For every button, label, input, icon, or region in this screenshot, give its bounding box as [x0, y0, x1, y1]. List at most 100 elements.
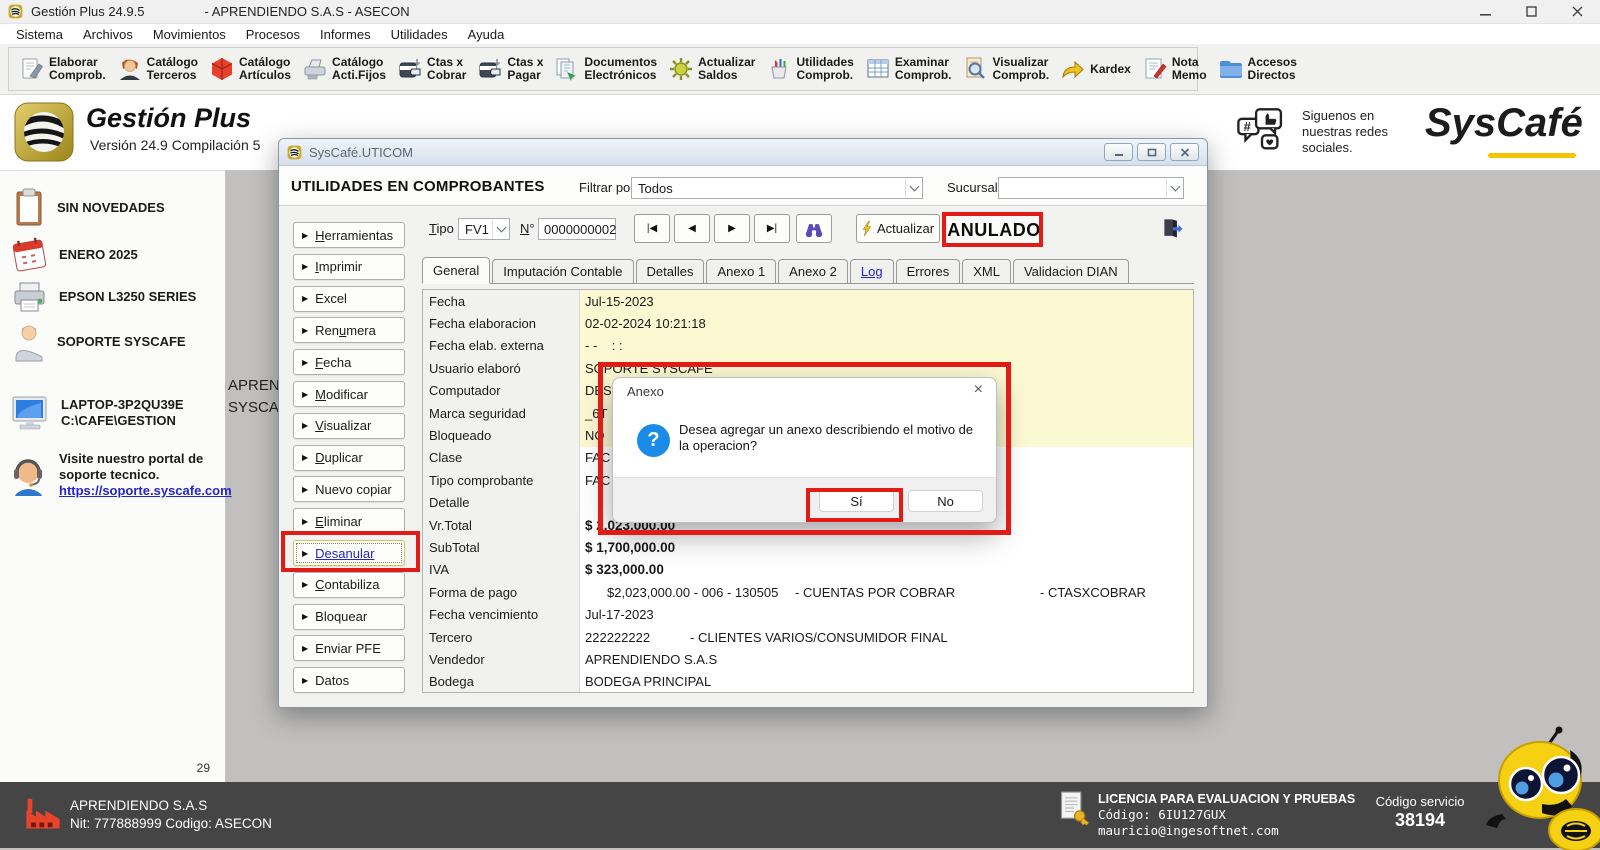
toolbar-elaborar-comprob-button[interactable]: ElaborarComprob. [19, 49, 106, 89]
desanular-button[interactable]: ▶Desanular [293, 540, 405, 566]
field-label: Bodega [423, 671, 580, 693]
bloquear-button[interactable]: ▶Bloquear [293, 604, 405, 630]
enviar-pfe-button[interactable]: ▶Enviar PFE [293, 635, 405, 661]
dialog-title: Anexo [627, 384, 664, 399]
menu-item-utilidades[interactable]: Utilidades [381, 27, 458, 42]
contabiliza-button[interactable]: ▶Contabiliza [293, 572, 405, 598]
window-restore-icon[interactable] [1137, 143, 1166, 161]
sidebar-item-epson-l3250-series: EPSON L3250 SERIES [10, 278, 196, 316]
toolbar-examinar-comprob-button[interactable]: ExaminarComprob. [865, 49, 952, 89]
support-portal-link[interactable]: https://soporte.syscafe.com [59, 483, 232, 499]
next-record-button[interactable]: ▶ [714, 214, 750, 243]
toolbar-kardex-button[interactable]: Kardex [1060, 49, 1131, 89]
page-number: 29 [170, 761, 210, 775]
lightning-icon [862, 221, 872, 236]
form-row-fecha-elaboracion: Fecha elaboracion02-02-2024 10:21:18 [423, 312, 1193, 334]
datos-button[interactable]: ▶Datos [293, 667, 405, 693]
tab-detalles[interactable]: Detalles [636, 259, 705, 283]
clipped-background-text: APREN SYSCA [228, 375, 280, 419]
footer-license-line: LICENCIA PARA EVALUACION Y PRUEBAS [1098, 791, 1355, 807]
numero-input[interactable]: 0000000002 [538, 218, 616, 240]
app-title: Gestión Plus 24.9.5 [31, 4, 144, 19]
toolbar-ctas-x-cobrar-button[interactable]: Ctas xCobrar [397, 49, 466, 89]
toolbar-accesos-directos-button[interactable]: AccesosDirectos [1218, 49, 1297, 89]
modificar-button[interactable]: ▶Modificar [293, 381, 405, 407]
window-minimize-icon[interactable] [1104, 143, 1133, 161]
menu-item-procesos[interactable]: Procesos [236, 27, 310, 42]
toolbar-visualizar-comprob-button[interactable]: VisualizarComprob. [963, 49, 1050, 89]
window-close-icon[interactable] [1170, 143, 1199, 161]
fecha-button[interactable]: ▶Fecha [293, 349, 405, 375]
dialog-close-icon[interactable]: × [974, 381, 983, 399]
field-label: Vr.Total [423, 514, 580, 536]
nuevo-copiar-button[interactable]: ▶Nuevo copiar [293, 476, 405, 502]
toolbar-item-label: NotaMemo [1172, 56, 1207, 82]
tab-anexo-1[interactable]: Anexo 1 [706, 259, 776, 283]
excel-button[interactable]: ▶Excel [293, 286, 405, 312]
status-badge-anulado: ANULADO [947, 215, 1041, 245]
tab-log[interactable]: Log [850, 259, 894, 283]
toolbar-catalogo-articulos-button[interactable]: CatálogoArtículos [209, 49, 291, 89]
duplicar-button[interactable]: ▶Duplicar [293, 445, 405, 471]
exit-door-icon[interactable] [1162, 217, 1184, 239]
app-logo-icon [8, 4, 23, 19]
tipo-combobox[interactable]: FV1 [458, 218, 510, 240]
minimize-icon[interactable] [1462, 0, 1508, 23]
last-record-button[interactable]: ▶| [754, 214, 790, 243]
eliminar-button[interactable]: ▶Eliminar [293, 508, 405, 534]
branch-combobox[interactable] [998, 177, 1184, 199]
tab-general[interactable]: General [422, 257, 490, 284]
window-title-bar[interactable]: SysCafé.UTICOM [279, 139, 1207, 166]
chevron-down-icon[interactable] [1166, 178, 1183, 198]
toolbar-catalogo-actifijos-button[interactable]: CatálogoActi.Fijos [302, 49, 386, 89]
first-record-button[interactable]: |◀ [634, 214, 670, 243]
close-icon[interactable] [1554, 0, 1600, 23]
toolbar-ctas-x-pagar-button[interactable]: Ctas xPagar [477, 49, 543, 89]
chevron-down-icon[interactable] [905, 178, 922, 198]
toolbar-actualizar-saldos-button[interactable]: ActualizarSaldos [668, 49, 755, 89]
footer-license-code: Código: 6IU127GUX [1098, 807, 1355, 823]
field-label: Bloqueado [423, 424, 580, 446]
menu-item-ayuda[interactable]: Ayuda [458, 27, 515, 42]
license-document-icon [1058, 791, 1090, 825]
no-button[interactable]: No [908, 490, 983, 512]
toolbar-catalogo-terceros-button[interactable]: CatálogoTerceros [117, 49, 198, 89]
previous-record-button[interactable]: ◀ [674, 214, 710, 243]
utilidades-comprob-icon [766, 56, 792, 82]
side-button-label: Renumera [315, 323, 376, 338]
tab-xml[interactable]: XML [962, 259, 1011, 283]
menu-item-informes[interactable]: Informes [310, 27, 381, 42]
yes-button[interactable]: Sí [819, 490, 894, 512]
printer-icon [10, 278, 50, 316]
status-bar: APRENDIENDO S.A.S Nit: 777888999 Codigo:… [0, 782, 1600, 848]
tab-validacion-dian[interactable]: Validacion DIAN [1013, 259, 1129, 283]
tab-errores[interactable]: Errores [896, 259, 961, 283]
toolbar-utilidades-comprob-button[interactable]: UtilidadesComprob. [766, 49, 853, 89]
menu-item-movimientos[interactable]: Movimientos [143, 27, 236, 42]
visualizar-button[interactable]: ▶Visualizar [293, 413, 405, 439]
tab-imputaci-n-contable[interactable]: Imputación Contable [492, 259, 633, 283]
toolbar-nota-memo-button[interactable]: NotaMemo [1142, 49, 1207, 89]
herramientas-button[interactable]: ▶Herramientas [293, 222, 405, 248]
menu-item-sistema[interactable]: Sistema [6, 27, 73, 42]
renumera-button[interactable]: ▶Renumera [293, 317, 405, 343]
actualizar-button[interactable]: Actualizar [856, 214, 940, 243]
toolbar-item-label: CatálogoActi.Fijos [332, 56, 386, 82]
sidebar-item-enero-2025: ENERO 2025 [10, 234, 138, 276]
service-code-label: Código servicio [1345, 794, 1495, 809]
visualizar-comprob-icon [963, 56, 989, 82]
sidebar-item-label: SIN NOVEDADES [57, 200, 165, 216]
social-media-icon: # [1236, 107, 1288, 159]
chevron-down-icon[interactable] [492, 219, 509, 239]
field-label: SubTotal [423, 536, 580, 558]
imprimir-button[interactable]: ▶Imprimir [293, 254, 405, 280]
field-value: Jul-17-2023 [580, 604, 1193, 626]
elaborar-comprob-icon [19, 56, 45, 82]
maximize-icon[interactable] [1508, 0, 1554, 23]
menu-item-archivos[interactable]: Archivos [73, 27, 143, 42]
toolbar-documentos-electronicos-button[interactable]: DocumentosElectrónicos [554, 49, 657, 89]
filter-combobox[interactable]: Todos [631, 177, 923, 199]
field-label: Fecha elab. externa [423, 335, 580, 357]
search-binoculars-button[interactable] [796, 214, 832, 243]
tab-anexo-2[interactable]: Anexo 2 [778, 259, 848, 283]
